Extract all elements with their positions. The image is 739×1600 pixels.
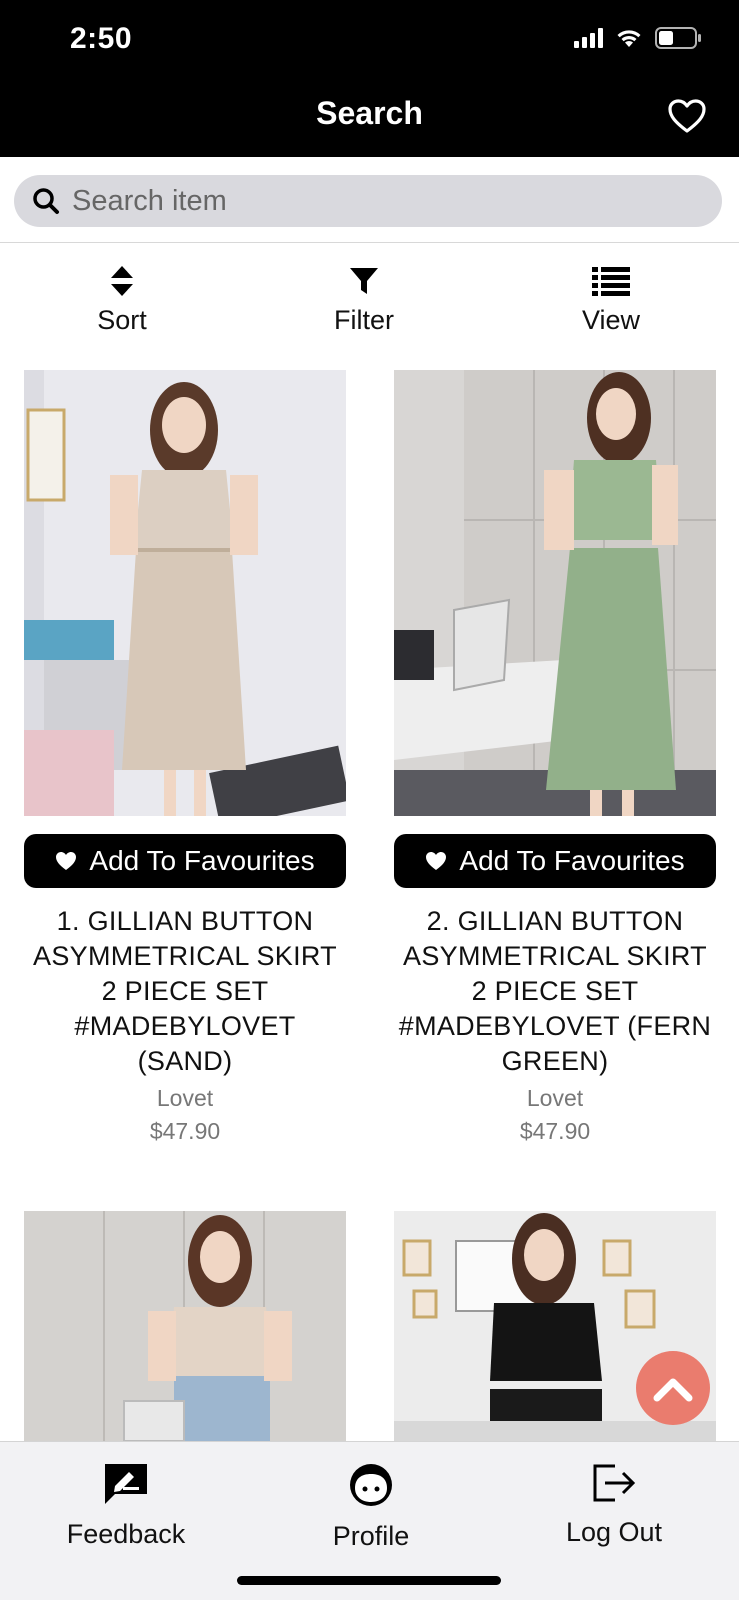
product-card[interactable]: Add To Favourites 2. GILLIAN BUTTON ASYM…: [394, 370, 716, 1145]
heart-icon: [56, 852, 77, 870]
top-bar: 2:50 Search: [0, 0, 739, 157]
profile-label: Profile: [332, 1521, 410, 1551]
nav-logout[interactable]: Log Out: [534, 1462, 694, 1548]
battery-icon: [655, 26, 703, 50]
add-to-favourites-button[interactable]: Add To Favourites: [24, 834, 346, 888]
product-title[interactable]: 2. GILLIAN BUTTON ASYMMETRICAL SKIRT 2 P…: [394, 904, 716, 1079]
status-time: 2:50: [70, 22, 133, 55]
signal-icon: [574, 28, 603, 48]
product-card[interactable]: Add To Favourites 1. GILLIAN BUTTON ASYM…: [24, 370, 346, 1145]
feedback-label: Feedback: [66, 1519, 186, 1549]
filter-label: Filter: [334, 305, 394, 335]
logout-label: Log Out: [565, 1517, 663, 1547]
home-indicator: [237, 1576, 501, 1585]
product-brand: Lovet: [526, 1085, 584, 1111]
add-to-favourites-button[interactable]: Add To Favourites: [394, 834, 716, 888]
logout-icon: [593, 1464, 636, 1502]
status-icons: [574, 26, 703, 50]
wifi-icon: [615, 27, 643, 49]
nav-feedback[interactable]: Feedback: [46, 1462, 206, 1550]
nav-profile[interactable]: Profile: [291, 1462, 451, 1552]
filter-icon: [350, 268, 378, 294]
search-section: [0, 157, 739, 243]
favourites-heart-icon[interactable]: [667, 98, 707, 134]
view-label: View: [581, 305, 641, 335]
filter-button[interactable]: Filter: [294, 265, 434, 336]
search-bar[interactable]: [14, 175, 722, 227]
favourites-label: Add To Favourites: [89, 845, 315, 876]
sort-filter-toolbar: Sort Filter View: [0, 265, 739, 345]
list-view-icon: [592, 267, 630, 296]
sort-icon: [111, 266, 133, 296]
favourites-label: Add To Favourites: [459, 845, 685, 876]
search-input[interactable]: [72, 184, 672, 218]
product-card[interactable]: [24, 1211, 346, 1441]
page-title: Search: [316, 95, 423, 131]
product-title[interactable]: 1. GILLIAN BUTTON ASYMMETRICAL SKIRT 2 P…: [24, 904, 346, 1079]
product-brand: Lovet: [156, 1085, 214, 1111]
sort-label: Sort: [97, 305, 147, 335]
feedback-icon: [105, 1464, 147, 1504]
product-price: $47.90: [519, 1118, 591, 1144]
product-image[interactable]: [24, 370, 346, 816]
profile-icon: [350, 1464, 392, 1506]
scroll-to-top-button[interactable]: [636, 1351, 710, 1425]
product-image[interactable]: [24, 1211, 346, 1441]
view-button[interactable]: View: [541, 265, 681, 336]
heart-icon: [426, 852, 447, 870]
sort-button[interactable]: Sort: [52, 265, 192, 336]
chevron-up-icon: [653, 1378, 693, 1402]
search-icon: [33, 188, 59, 214]
product-image[interactable]: [394, 370, 716, 816]
product-price: $47.90: [149, 1118, 221, 1144]
